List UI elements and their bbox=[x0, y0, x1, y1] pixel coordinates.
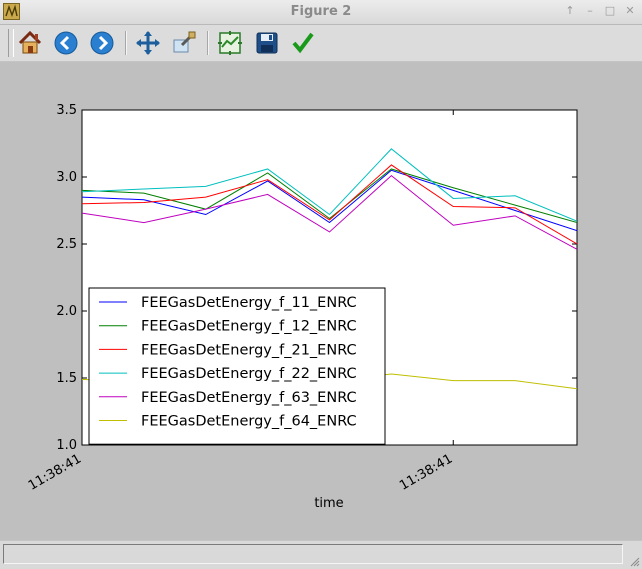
zoom-button[interactable] bbox=[170, 29, 198, 57]
save-button[interactable] bbox=[253, 29, 281, 57]
toolbar-separator bbox=[125, 31, 127, 55]
back-arrow-icon bbox=[54, 31, 78, 55]
status-bar bbox=[0, 540, 642, 569]
y-tick-label: 1.5 bbox=[56, 371, 77, 386]
floppy-disk-icon bbox=[256, 32, 278, 54]
resize-grip-icon[interactable] bbox=[628, 555, 640, 567]
x-tick-label: 11:38:41 bbox=[26, 451, 84, 493]
legend-label: FEEGasDetEnergy_f_22_ENRC bbox=[141, 366, 357, 382]
zoom-rect-icon bbox=[173, 31, 196, 53]
minimize-icon[interactable]: – bbox=[584, 4, 596, 18]
forward-arrow-icon bbox=[90, 31, 114, 55]
y-tick-label: 2.0 bbox=[56, 304, 77, 319]
window-controls: ↑ – □ ✕ bbox=[564, 4, 636, 18]
toolbar bbox=[0, 25, 642, 62]
forward-button[interactable] bbox=[88, 29, 116, 57]
window-titlebar: Figure 2 ↑ – □ ✕ bbox=[0, 0, 642, 25]
checkmark-icon bbox=[292, 32, 314, 54]
home-button[interactable] bbox=[16, 29, 44, 57]
subplots-icon bbox=[218, 31, 242, 55]
y-tick-label: 3.0 bbox=[56, 170, 77, 185]
keep-above-icon[interactable]: ↑ bbox=[564, 4, 576, 18]
chart-legend: FEEGasDetEnergy_f_11_ENRC FEEGasDetEnergy… bbox=[88, 287, 386, 445]
close-icon[interactable]: ✕ bbox=[624, 4, 636, 18]
legend-label: FEEGasDetEnergy_f_21_ENRC bbox=[141, 342, 357, 358]
window-title: Figure 2 bbox=[290, 4, 352, 19]
legend-label: FEEGasDetEnergy_f_11_ENRC bbox=[141, 295, 357, 311]
status-text bbox=[3, 544, 623, 564]
legend-label: FEEGasDetEnergy_f_63_ENRC bbox=[141, 390, 357, 406]
x-tick-label: 11:38:41 bbox=[397, 451, 455, 493]
y-tick-label: 1.0 bbox=[56, 438, 77, 453]
legend-label: FEEGasDetEnergy_f_64_ENRC bbox=[141, 414, 357, 430]
figure-canvas[interactable]: 1.0 1.5 2.0 2.5 3.0 3.5 11:38:41 11:38:41 FEEGa… bbox=[0, 62, 642, 540]
y-tick-label: 2.5 bbox=[56, 237, 77, 252]
pan-button[interactable] bbox=[134, 29, 162, 57]
y-tick-label: 3.5 bbox=[56, 103, 77, 118]
legend-label: FEEGasDetEnergy_f_12_ENRC bbox=[141, 319, 357, 335]
line-chart: 1.0 1.5 2.0 2.5 3.0 3.5 11:38:41 11:38:41 FEEGa… bbox=[26, 103, 578, 511]
toolbar-grip[interactable] bbox=[8, 29, 14, 57]
back-button[interactable] bbox=[52, 29, 80, 57]
x-axis-label: time bbox=[314, 496, 343, 511]
subplots-button[interactable] bbox=[216, 29, 244, 57]
home-icon bbox=[18, 30, 42, 54]
toolbar-separator bbox=[207, 31, 209, 55]
pan-arrows-icon bbox=[136, 31, 160, 55]
edit-axis-button[interactable] bbox=[289, 29, 317, 57]
maximize-icon[interactable]: □ bbox=[604, 4, 616, 18]
